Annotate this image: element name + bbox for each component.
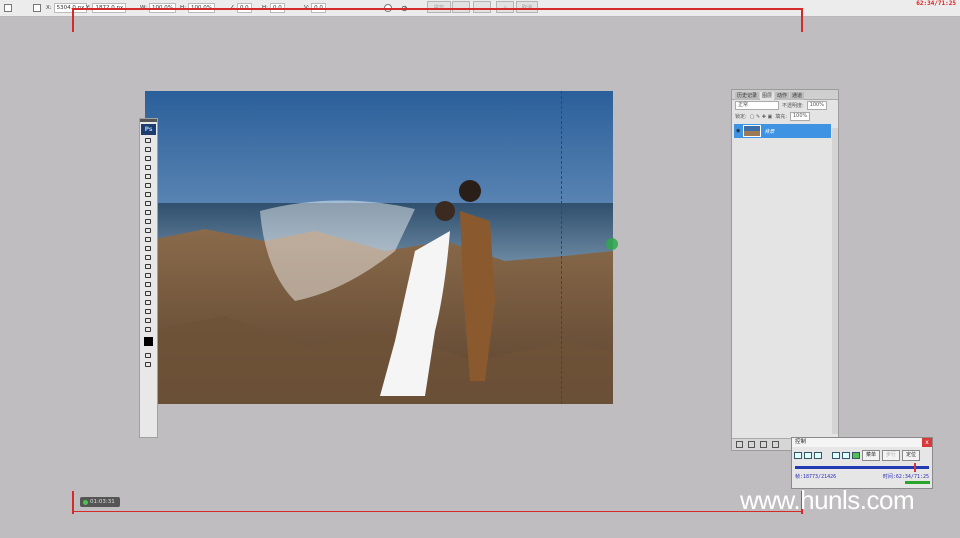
link-icon[interactable]: [736, 441, 743, 448]
record-button[interactable]: [852, 452, 860, 459]
close-icon[interactable]: x: [922, 438, 932, 447]
fx-icon[interactable]: [748, 441, 755, 448]
stamp-tool-icon[interactable]: [144, 209, 153, 216]
play-button[interactable]: [794, 452, 802, 459]
volume-slider[interactable]: [905, 481, 930, 484]
tools-panel: Ps: [139, 118, 158, 438]
tab-history[interactable]: 历史记录: [735, 92, 760, 100]
record-dot-icon: [83, 499, 88, 505]
color-swatch-icon[interactable]: [144, 337, 153, 346]
fullscreen-button[interactable]: [842, 452, 850, 459]
home-icon[interactable]: ⌂: [496, 1, 514, 13]
healing-tool-icon[interactable]: [144, 191, 153, 198]
time-readout: 时间:62:34/71:25: [882, 474, 929, 480]
control-buttons: 菜单 步行 定位: [792, 447, 932, 461]
tab-actions[interactable]: 动作: [775, 92, 790, 100]
cancel-button[interactable]: 取消: [516, 1, 538, 13]
layer-thumbnail: [743, 125, 762, 137]
reference-point-icon[interactable]: [33, 3, 41, 13]
mask-icon[interactable]: [760, 441, 767, 448]
lasso-tool-icon[interactable]: [144, 155, 153, 162]
rewind-button[interactable]: [832, 452, 840, 459]
step-button[interactable]: 步行: [882, 450, 901, 461]
eye-icon[interactable]: ◉: [736, 128, 740, 134]
clock-readout: 62:34/71:25: [916, 0, 956, 7]
control-title-bar[interactable]: 控制 x: [792, 438, 932, 447]
shape-tool-icon[interactable]: [144, 290, 153, 297]
blend-mode-select[interactable]: 正常: [735, 101, 779, 110]
tab-channels[interactable]: 通道: [790, 92, 805, 100]
progress-track[interactable]: [795, 463, 929, 472]
gradient-tool-icon[interactable]: [144, 236, 153, 243]
quick-mask-icon[interactable]: [144, 352, 153, 359]
selection-marquee[interactable]: [561, 91, 613, 404]
move-tool-icon[interactable]: [144, 137, 153, 144]
stop-button[interactable]: [814, 452, 822, 459]
pen-tool-icon[interactable]: [144, 263, 153, 270]
zoom-tool-icon[interactable]: [144, 326, 153, 333]
tab-layers[interactable]: 图层: [760, 92, 775, 100]
blend-row: 正常 不透明度: 100%: [732, 100, 838, 111]
panel-tabs: 历史记录 图层 动作 通道: [732, 90, 838, 100]
dodge-tool-icon[interactable]: [144, 254, 153, 261]
pause-button[interactable]: [804, 452, 812, 459]
progress-marker[interactable]: [914, 463, 916, 472]
crop-tool-icon[interactable]: [144, 173, 153, 180]
watermark: www.hunls.com: [740, 485, 915, 515]
menu-button[interactable]: 菜单: [862, 450, 881, 461]
blur-tool-icon[interactable]: [144, 245, 153, 252]
recording-timer: 01:03:31: [80, 497, 120, 507]
frame-readout: 帧:18773/21426: [795, 474, 837, 480]
layer-name: 背景: [764, 128, 775, 135]
commit-button[interactable]: 提交: [427, 1, 451, 13]
panel-toggle-icon[interactable]: [452, 1, 470, 13]
ps-logo: Ps: [141, 124, 156, 135]
opacity-field[interactable]: 100%: [806, 101, 827, 110]
magic-wand-tool-icon[interactable]: [144, 164, 153, 171]
adjustment-icon[interactable]: [772, 441, 779, 448]
history-brush-tool-icon[interactable]: [144, 218, 153, 225]
hand-tool-icon[interactable]: [144, 317, 153, 324]
path-select-tool-icon[interactable]: [144, 281, 153, 288]
transform-icon[interactable]: [4, 3, 12, 13]
type-tool-icon[interactable]: [144, 272, 153, 279]
notes-tool-icon[interactable]: [144, 299, 153, 306]
tools-panel-header[interactable]: [140, 119, 157, 122]
screen-mode-icon[interactable]: [473, 1, 491, 13]
eraser-tool-icon[interactable]: [144, 227, 153, 234]
eyedropper-tool-icon[interactable]: [144, 182, 153, 189]
status-row: 帧:18773/21426 时间:62:34/71:25: [792, 469, 932, 480]
lock-icon[interactable]: ▢ ✎ ✚ ▣: [750, 114, 773, 120]
marquee-tool-icon[interactable]: [144, 146, 153, 153]
cursor-highlight: [606, 238, 618, 250]
screen-mode-tool-icon[interactable]: [144, 361, 153, 368]
layers-panel: 历史记录 图层 动作 通道 正常 不透明度: 100% 锁定: ▢ ✎ ✚ ▣ …: [731, 89, 839, 451]
color-sampler-tool-icon[interactable]: [144, 308, 153, 315]
locate-button[interactable]: 定位: [902, 450, 921, 461]
layer-row-background[interactable]: ◉ 背景: [734, 124, 831, 138]
brush-tool-icon[interactable]: [144, 200, 153, 207]
lock-row: 锁定: ▢ ✎ ✚ ▣ 填充: 100%: [732, 111, 838, 122]
fill-field[interactable]: 100%: [789, 112, 811, 121]
photo-canvas[interactable]: [145, 91, 613, 404]
control-panel: 控制 x 菜单 步行 定位 帧:18773/21426 时间:62:34/71:…: [791, 437, 933, 489]
layers-scrollbar[interactable]: [832, 128, 838, 434]
